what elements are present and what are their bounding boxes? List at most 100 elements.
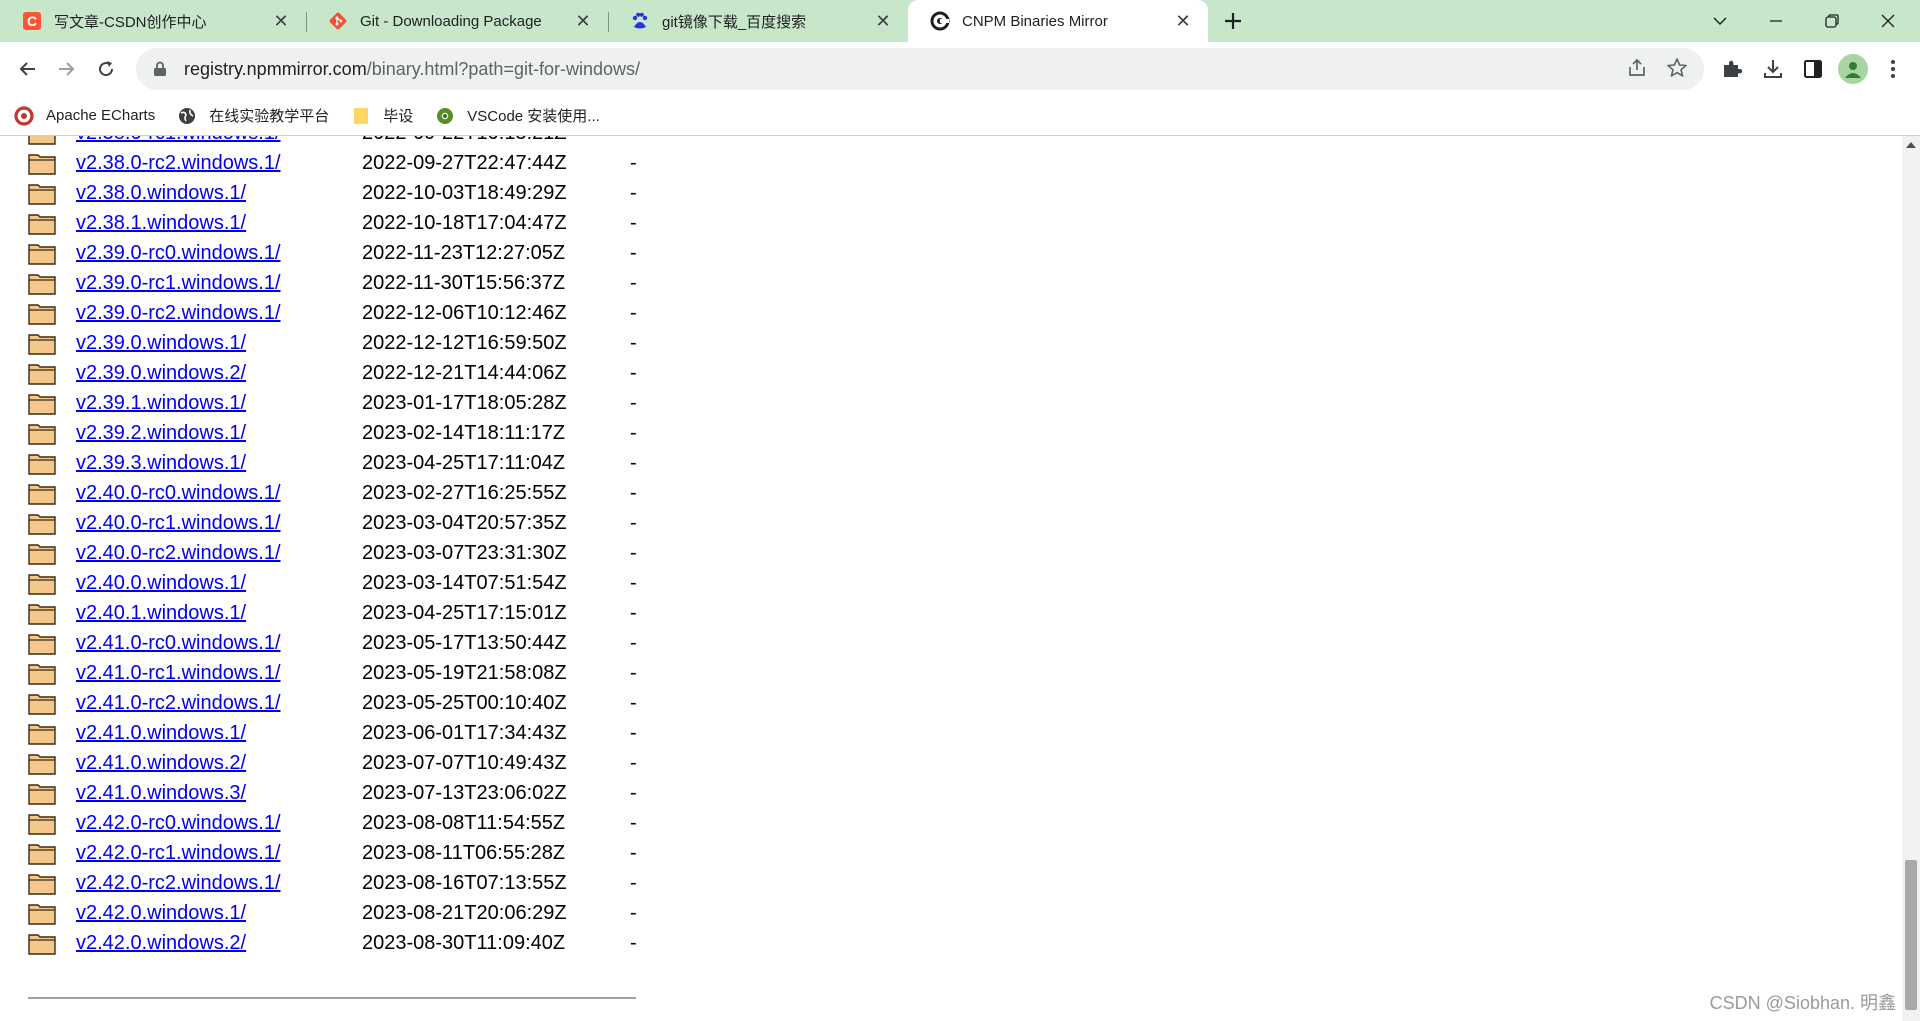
directory-link[interactable]: v2.41.0.windows.2/ <box>76 752 362 775</box>
vertical-scrollbar[interactable] <box>1902 136 1920 1021</box>
close-icon[interactable]: ✕ <box>872 10 894 32</box>
profile-avatar-button[interactable] <box>1838 54 1868 84</box>
address-bar[interactable]: registry.npmmirror.com/binary.html?path=… <box>136 48 1704 90</box>
watermark: CSDN @Siobhan. 明鑫 <box>1709 993 1896 1013</box>
new-tab-button[interactable] <box>1218 6 1248 36</box>
modified-date: 2023-01-17T18:05:28Z <box>362 391 567 414</box>
modified-date: 2022-11-30T15:56:37Z <box>362 271 566 294</box>
bookmark-apache-echarts[interactable]: Apache ECharts <box>14 105 155 126</box>
minimize-button[interactable] <box>1748 0 1804 42</box>
file-size: - <box>630 811 637 834</box>
scroll-up-arrow-icon[interactable] <box>1906 142 1916 148</box>
folder-icon <box>28 931 56 955</box>
directory-link[interactable]: v2.40.0.windows.1/ <box>76 572 362 595</box>
directory-link[interactable]: v2.40.0-rc2.windows.1/ <box>76 542 362 565</box>
modified-date: 2023-04-25T17:11:04Z <box>362 451 566 474</box>
directory-link[interactable]: v2.42.0-rc1.windows.1/ <box>76 842 362 865</box>
directory-link[interactable]: v2.41.0.windows.1/ <box>76 722 362 745</box>
directory-link[interactable]: v2.39.0.windows.2/ <box>76 362 362 385</box>
close-icon[interactable]: ✕ <box>572 10 594 32</box>
reload-icon <box>99 61 114 77</box>
folder-icon <box>28 241 56 265</box>
folder-icon <box>28 841 56 865</box>
directory-link[interactable]: v2.42.0.windows.2/ <box>76 932 362 955</box>
modified-date: 2023-07-13T23:06:02Z <box>362 781 567 804</box>
directory-link[interactable]: v2.41.0-rc2.windows.1/ <box>76 692 362 715</box>
file-size: - <box>630 721 637 744</box>
directory-link[interactable]: v2.39.1.windows.1/ <box>76 392 362 415</box>
file-size: - <box>630 271 637 294</box>
list-item: v2.41.0-rc2.windows.1/2023-05-25T00:10:4… <box>28 688 637 718</box>
folder-icon <box>28 211 56 235</box>
list-item: v2.42.0-rc0.windows.1/2023-08-08T11:54:5… <box>28 808 637 838</box>
directory-link[interactable]: v2.40.1.windows.1/ <box>76 602 362 625</box>
tab-git[interactable]: Git - Downloading Package ✕ <box>306 0 608 42</box>
list-item: v2.38.1.windows.1/2022-10-18T17:04:47Z - <box>28 208 637 238</box>
directory-link[interactable]: v2.42.0-rc2.windows.1/ <box>76 872 362 895</box>
bookmark-vscode[interactable]: VSCode 安装使用... <box>435 105 600 126</box>
download-icon <box>1764 60 1782 78</box>
modified-date: 2022-10-03T18:49:29Z <box>362 181 567 204</box>
directory-link[interactable]: v2.39.0-rc0.windows.1/ <box>76 242 362 265</box>
folder-icon <box>28 136 56 145</box>
directory-link[interactable]: v2.41.0.windows.3/ <box>76 782 362 805</box>
modified-date: 2022-12-21T14:44:06Z <box>362 361 567 384</box>
puzzle-icon <box>1724 60 1743 77</box>
back-button[interactable] <box>10 51 46 87</box>
tab-cnpm[interactable]: CNPM Binaries Mirror ✕ <box>908 0 1208 42</box>
modified-date: 2023-06-01T17:34:43Z <box>362 721 567 744</box>
downloads-button[interactable] <box>1758 54 1788 84</box>
file-size: - <box>630 451 637 474</box>
file-size: - <box>630 301 637 324</box>
tab-baidu[interactable]: git镜像下载_百度搜索 ✕ <box>608 0 908 42</box>
scroll-thumb[interactable] <box>1905 860 1917 1010</box>
directory-link[interactable]: v2.39.3.windows.1/ <box>76 452 362 475</box>
share-icon[interactable] <box>1626 57 1648 84</box>
lock-icon[interactable] <box>150 59 170 79</box>
directory-link[interactable]: v2.42.0-rc0.windows.1/ <box>76 812 362 835</box>
browser-menu-button[interactable] <box>1878 54 1908 84</box>
directory-link[interactable]: v2.39.0-rc2.windows.1/ <box>76 302 362 325</box>
file-size: - <box>630 661 637 684</box>
directory-link[interactable]: v2.41.0-rc0.windows.1/ <box>76 632 362 655</box>
tab-csdn[interactable]: C 写文章-CSDN创作中心 ✕ <box>0 0 306 42</box>
globe-icon <box>177 106 197 126</box>
directory-link[interactable]: v2.40.0-rc1.windows.1/ <box>76 512 362 535</box>
baidu-paw-icon <box>630 11 650 31</box>
tab-title: CNPM Binaries Mirror <box>962 12 1108 30</box>
directory-link[interactable]: v2.38.0-rc2.windows.1/ <box>76 152 362 175</box>
restore-icon <box>1825 14 1839 28</box>
directory-link[interactable]: v2.38.0-rc1.windows.1/ <box>76 136 362 145</box>
bookmark-online-lab[interactable]: 在线实验教学平台 <box>177 105 329 126</box>
modified-date: 2022-12-12T16:59:50Z <box>362 331 567 354</box>
list-item: v2.39.0-rc2.windows.1/2022-12-06T10:12:4… <box>28 298 637 328</box>
plus-icon <box>1225 13 1241 29</box>
file-size: - <box>630 391 637 414</box>
extensions-button[interactable] <box>1717 54 1747 84</box>
directory-link[interactable]: v2.41.0-rc1.windows.1/ <box>76 662 362 685</box>
close-icon[interactable]: ✕ <box>1172 10 1194 32</box>
directory-link[interactable]: v2.42.0.windows.1/ <box>76 902 362 925</box>
chevron-down-icon <box>1713 17 1727 26</box>
directory-link[interactable]: v2.38.1.windows.1/ <box>76 212 362 235</box>
list-item: v2.38.0.windows.1/2022-10-03T18:49:29Z - <box>28 178 637 208</box>
side-panel-button[interactable] <box>1798 54 1828 84</box>
restore-button[interactable] <box>1804 0 1860 42</box>
modified-date: 2023-03-07T23:31:30Z <box>362 541 567 564</box>
directory-link[interactable]: v2.38.0.windows.1/ <box>76 182 362 205</box>
tab-search-button[interactable] <box>1692 0 1748 42</box>
file-size: - <box>630 181 637 204</box>
forward-button[interactable] <box>48 51 84 87</box>
directory-link[interactable]: v2.39.2.windows.1/ <box>76 422 362 445</box>
bookmark-star-icon[interactable] <box>1666 57 1688 84</box>
directory-link[interactable]: v2.39.0.windows.1/ <box>76 332 362 355</box>
browser-toolbar: registry.npmmirror.com/binary.html?path=… <box>0 42 1920 96</box>
list-item: v2.42.0.windows.2/2023-08-30T11:09:40Z - <box>28 928 637 958</box>
close-window-button[interactable] <box>1860 0 1916 42</box>
directory-link[interactable]: v2.40.0-rc0.windows.1/ <box>76 482 362 505</box>
close-icon[interactable]: ✕ <box>270 10 292 32</box>
reload-button[interactable] <box>88 51 124 87</box>
modified-date: 2022-09-27T22:47:44Z <box>362 151 567 174</box>
bookmark-folder-bishe[interactable]: 毕设 <box>351 105 413 126</box>
directory-link[interactable]: v2.39.0-rc1.windows.1/ <box>76 272 362 295</box>
